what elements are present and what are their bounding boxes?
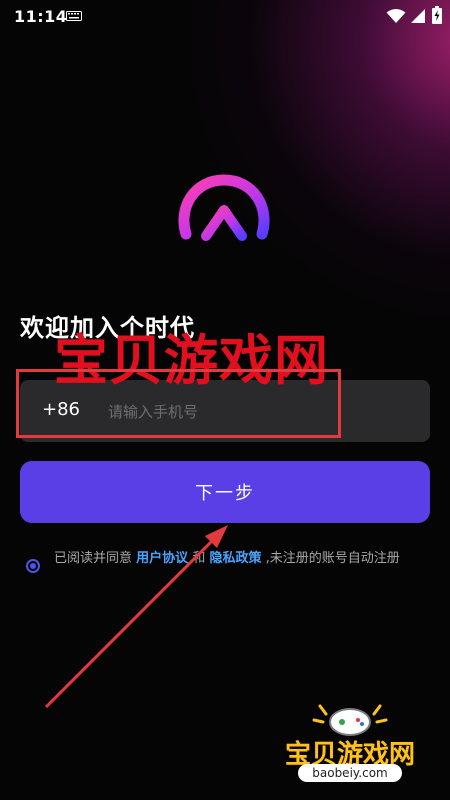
signal-icon: [411, 9, 425, 23]
gamepad-icon: [312, 704, 388, 736]
status-time: 11:14: [14, 7, 68, 26]
agreement-and: 和: [192, 551, 206, 566]
next-step-button[interactable]: 下一步: [20, 461, 430, 523]
agreement-suffix: ,未注册的账号自动注册: [265, 551, 400, 566]
battery-icon: [432, 6, 442, 24]
status-bar: 11:14: [0, 0, 450, 32]
watermark-logo-url: baobeiy.com: [298, 764, 402, 782]
app-logo: [178, 174, 270, 241]
watermark-logo: 宝贝游戏网 baobeiy.com: [270, 700, 430, 784]
keyboard-icon: [66, 11, 82, 21]
agreement-text: 已阅读并同意 用户协议 和 隐私政策 ,未注册的账号自动注册: [54, 548, 424, 570]
agreement-prefix: 已阅读并同意: [54, 551, 133, 566]
annotation-highlight-box: [16, 369, 341, 438]
login-screen: 11:14 欢迎加入个时代 +86 请输入手机号 下一步 已阅读并同意 用户协议…: [0, 0, 450, 800]
agreement-radio[interactable]: [26, 559, 40, 573]
privacy-policy-link[interactable]: 隐私政策: [209, 551, 261, 566]
wifi-icon: [386, 9, 406, 23]
user-agreement-link[interactable]: 用户协议: [136, 551, 188, 566]
